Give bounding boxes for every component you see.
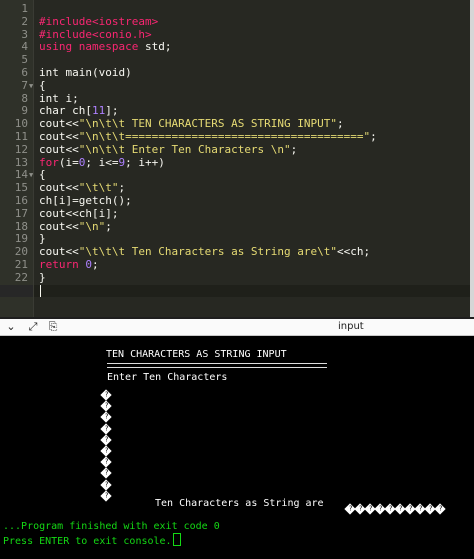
console-cursor bbox=[172, 533, 181, 546]
copy-icon[interactable]: ⎘ bbox=[46, 319, 60, 335]
console-heading: TEN CHARACTERS AS STRING INPUT bbox=[106, 349, 287, 360]
code-token: using namespace bbox=[39, 40, 139, 54]
code-token: int i; bbox=[39, 91, 79, 105]
code-token: { bbox=[39, 78, 46, 92]
code-token: ]; bbox=[105, 104, 119, 118]
code-token: "\n\t\t=================================… bbox=[78, 130, 371, 143]
code-token: for bbox=[39, 155, 59, 169]
line-number: 17 bbox=[14, 206, 28, 220]
text-cursor bbox=[40, 285, 41, 297]
console-prompt: Enter Ten Characters bbox=[107, 372, 228, 383]
code-token: return bbox=[39, 258, 86, 271]
line-number: 2 bbox=[21, 14, 28, 28]
line-number: 1 bbox=[21, 2, 28, 15]
unknown-char-icon bbox=[100, 406, 113, 424]
code-line: return 0; bbox=[39, 258, 99, 272]
unknown-char-icon bbox=[100, 384, 113, 401]
code-token: int main(void) bbox=[39, 66, 132, 79]
active-line-gutter bbox=[0, 284, 33, 298]
console-result-label: Ten Characters as String are bbox=[155, 498, 324, 509]
line-number: 22 bbox=[14, 270, 28, 284]
code-token: cout<< bbox=[39, 130, 79, 143]
line-number: 21 bbox=[14, 258, 28, 271]
code-token: char ch[ bbox=[39, 104, 92, 118]
line-number: 16 bbox=[14, 194, 28, 207]
unknown-char-icon bbox=[100, 418, 113, 435]
console-press-enter: Press ENTER to exit console. bbox=[3, 533, 181, 548]
code-token: cout<< bbox=[39, 245, 79, 259]
press-enter-text: Press ENTER to exit console. bbox=[3, 536, 172, 547]
unknown-char-icon bbox=[434, 503, 446, 515]
code-token: ; bbox=[370, 130, 377, 143]
code-token: ; bbox=[118, 181, 126, 195]
expand-icon[interactable]: ⤢ bbox=[26, 319, 40, 335]
line-number: 7 bbox=[21, 78, 28, 92]
code-token: ; bbox=[91, 258, 99, 271]
code-token: cout<< bbox=[39, 206, 79, 220]
code-token: } bbox=[39, 270, 46, 284]
line-number: 12 bbox=[14, 142, 28, 156]
code-token: 11 bbox=[91, 104, 106, 118]
code-token: ch[i]=getch(); bbox=[39, 194, 132, 207]
code-token: ; i<= bbox=[85, 155, 119, 169]
line-number: 11 bbox=[14, 130, 28, 143]
line-number-gutter: 1234567▼891011121314▼151617181920212223 bbox=[0, 0, 33, 317]
code-token: ch[i]; bbox=[78, 206, 119, 220]
code-line: } bbox=[39, 270, 46, 285]
code-token: #include<iostream> bbox=[39, 14, 159, 28]
unknown-char-icon bbox=[100, 462, 113, 480]
chevron-down-icon[interactable]: ⌄ bbox=[4, 319, 18, 335]
code-token: "\n\t\t TEN CHARACTERS AS STRING INPUT" bbox=[78, 117, 338, 131]
result-characters bbox=[344, 498, 446, 515]
code-token: "\n" bbox=[78, 219, 106, 233]
code-token: cout<< bbox=[39, 142, 79, 156]
code-line: int main(void) bbox=[39, 66, 132, 80]
code-line: using namespace std; bbox=[39, 40, 172, 54]
code-token: ; bbox=[290, 142, 298, 156]
code-token: 0 bbox=[85, 258, 92, 271]
active-line-highlight bbox=[34, 284, 474, 298]
code-token: ; i++) bbox=[125, 155, 165, 169]
code-token: #include<conio.h> bbox=[39, 27, 152, 41]
unknown-char-icon bbox=[100, 429, 113, 446]
code-token: cout<< bbox=[39, 117, 79, 131]
code-token: { bbox=[39, 168, 46, 182]
gutter-divider bbox=[33, 0, 34, 317]
console-rule bbox=[107, 363, 327, 368]
code-token: ; bbox=[105, 219, 112, 233]
code-line: for(i=0; i<=9; i++) bbox=[39, 155, 165, 170]
unknown-char-icon bbox=[100, 395, 113, 412]
code-token: <<ch; bbox=[337, 245, 371, 259]
unknown-char-icon bbox=[100, 440, 113, 457]
code-token: "\n\t\t Enter Ten Characters \n" bbox=[78, 142, 291, 156]
code-token: std; bbox=[138, 40, 172, 54]
io-label: input bbox=[338, 321, 364, 332]
code-token: cout<< bbox=[39, 181, 79, 195]
io-toolbar: ⌄ ⤢ ⎘ input bbox=[0, 319, 474, 336]
code-token: ; bbox=[337, 117, 344, 131]
unknown-char-icon bbox=[100, 451, 113, 468]
code-token: "\t\t" bbox=[78, 181, 119, 195]
line-number: 6 bbox=[21, 66, 28, 79]
code-token: "\t\t\t Ten Characters as String are\t" bbox=[78, 245, 338, 259]
code-token: } bbox=[39, 232, 46, 246]
code-token: cout<< bbox=[39, 219, 79, 233]
code-line: cout<<"\n"; bbox=[39, 219, 112, 234]
unknown-char-icon bbox=[100, 474, 113, 491]
code-token: (i= bbox=[58, 155, 79, 169]
editor-scrollbar[interactable] bbox=[470, 0, 474, 317]
unknown-char-icon bbox=[100, 485, 113, 502]
console-finished: ...Program finished with exit code 0 bbox=[3, 521, 220, 532]
code-editor[interactable]: 1234567▼891011121314▼151617181920212223 … bbox=[0, 0, 474, 317]
